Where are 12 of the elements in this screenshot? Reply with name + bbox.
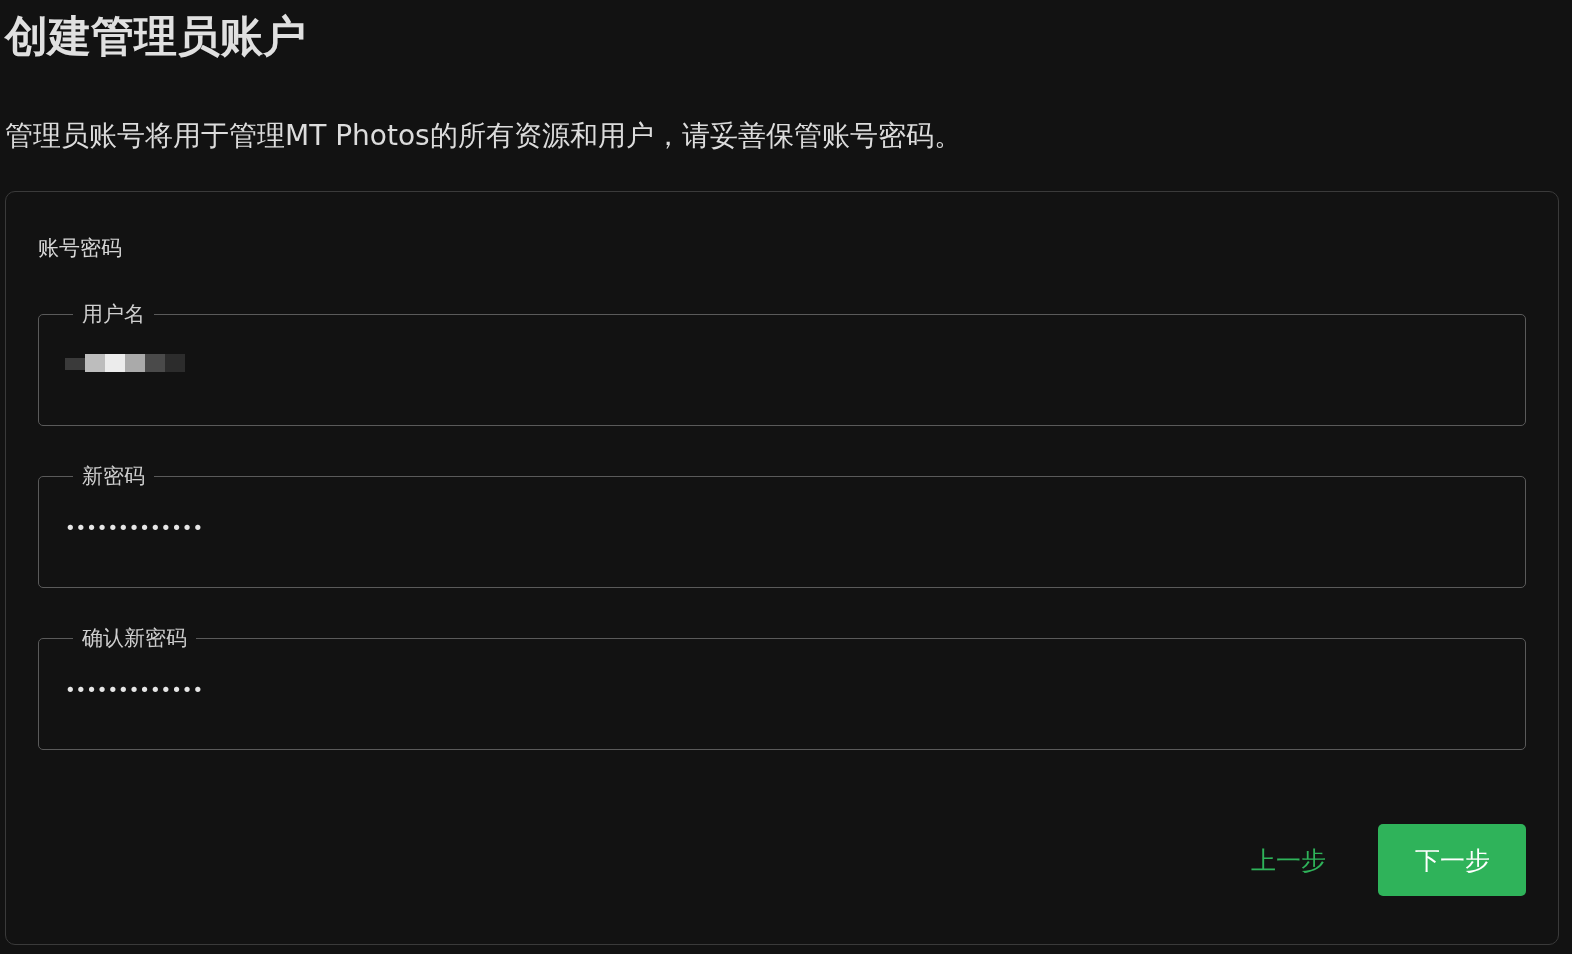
input-field[interactable]: 用户名 xyxy=(38,300,1526,426)
input-field[interactable]: 确认新密码 ••••••••••••• xyxy=(38,624,1526,750)
field-label: 确认新密码 xyxy=(81,625,188,652)
field-label: 用户名 xyxy=(81,301,146,328)
input-field[interactable]: 新密码 ••••••••••••• xyxy=(38,462,1526,588)
password-value: ••••••••••••• xyxy=(65,678,204,702)
back-button[interactable]: 上一步 xyxy=(1251,835,1326,885)
section-label: 账号密码 xyxy=(38,235,123,262)
description-text: 管理员账号将用于管理MT Photos的所有资源和用户，请妥善保管账号密码。 xyxy=(5,118,963,154)
field-label: 新密码 xyxy=(81,463,146,490)
page-title: 创建管理员账户 xyxy=(5,10,307,63)
password-value: ••••••••••••• xyxy=(65,516,204,540)
